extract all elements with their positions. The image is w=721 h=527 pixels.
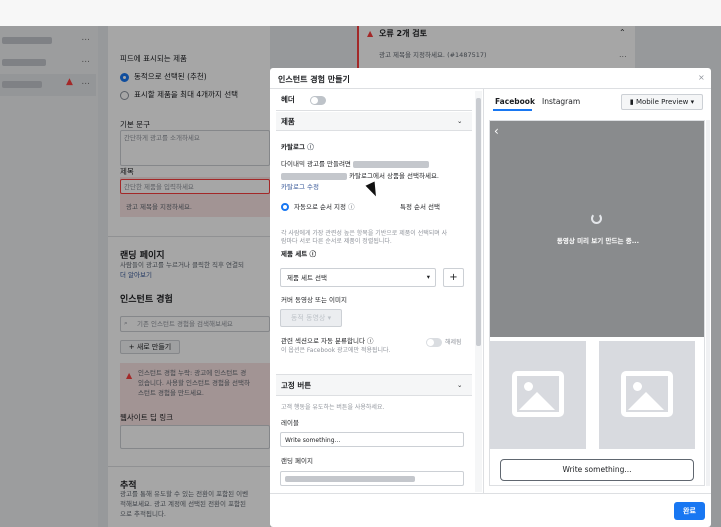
- landing-page-input[interactable]: [280, 471, 464, 486]
- browser-top-bar: [0, 0, 721, 26]
- header-toggle[interactable]: [310, 96, 326, 105]
- catalog-label: 카탈로그 ⓘ: [281, 143, 314, 152]
- divider: [276, 395, 472, 396]
- catalog-label-text: 카탈로그: [281, 143, 305, 151]
- info-icon: ⓘ: [309, 250, 316, 258]
- info-icon: ⓘ: [348, 203, 355, 211]
- fixed-button-title: 고정 버튼: [281, 381, 312, 390]
- fixed-button-desc: 고객 행동을 유도하는 버튼을 사용하세요.: [281, 404, 385, 411]
- product-section-title: 제품: [281, 117, 295, 126]
- related-label: 관련 섹션으로 자동 분류합니다 ⓘ: [281, 337, 374, 346]
- product-set-select[interactable]: 제품 세트 선택 ▾: [280, 268, 436, 287]
- preview-scrollbar[interactable]: [706, 120, 710, 486]
- device-select[interactable]: ▮ Mobile Preview ▾: [621, 94, 703, 110]
- phone-icon: ▮: [629, 98, 634, 106]
- divider: [276, 110, 472, 111]
- video-preview-area: [490, 121, 704, 337]
- chevron-down-icon[interactable]: ⌄: [457, 381, 462, 390]
- radio-specific-order[interactable]: 특정 순서 선택: [400, 203, 440, 212]
- auto-order-label: 자동으로 순서 지정: [294, 203, 346, 211]
- blurred-catalog-name: [281, 172, 347, 180]
- image-placeholder-icon: [512, 371, 564, 417]
- tab-facebook[interactable]: Facebook: [495, 97, 535, 107]
- device-label: Mobile Preview: [635, 98, 689, 106]
- catalog-text-line-1: 다이내믹 광고를 만들려면: [281, 160, 429, 169]
- product-section-header[interactable]: [276, 112, 472, 130]
- order-desc-2: 람마다 서로 다른 순서로 제품이 정렬됩니다.: [281, 238, 392, 245]
- modal-title: 인스턴트 경험 만들기: [278, 75, 350, 84]
- blurred-catalog-name: [353, 160, 429, 168]
- active-tab-underline: [493, 109, 532, 111]
- divider: [483, 88, 484, 494]
- product-set-select-value: 제품 세트 선택: [287, 274, 328, 282]
- back-arrow-icon[interactable]: ‹: [494, 124, 499, 138]
- product-placeholder: [490, 341, 586, 449]
- image-placeholder-icon: [621, 371, 673, 417]
- chevron-down-icon[interactable]: ⌄: [457, 117, 462, 126]
- info-icon: ⓘ: [307, 143, 314, 151]
- product-set-label-text: 제품 세트: [281, 250, 308, 258]
- caret-down-icon: ▾: [426, 273, 430, 281]
- preview-cta-button[interactable]: Write something...: [500, 459, 694, 481]
- tab-instagram[interactable]: Instagram: [542, 97, 580, 107]
- blurred-url: [285, 476, 415, 482]
- scrollbar-thumb[interactable]: [476, 98, 481, 346]
- label-input[interactable]: Write something...: [280, 432, 464, 447]
- catalog-text-line-2: 카탈로그에서 상품을 선택하세요.: [281, 172, 439, 181]
- catalog-edit-link[interactable]: 카탈로그 수정: [281, 183, 319, 192]
- close-icon[interactable]: ×: [698, 73, 705, 82]
- radio-on-icon[interactable]: [281, 203, 289, 211]
- related-state: 해제됨: [445, 339, 462, 346]
- related-label-text: 관련 섹션으로 자동 분류합니다: [281, 337, 365, 345]
- product-placeholder: [599, 341, 695, 449]
- loading-spinner-icon: [591, 213, 602, 224]
- specific-order-label: 특정 순서 선택: [400, 203, 441, 211]
- divider: [270, 493, 711, 494]
- catalog-text-b: 카탈로그에서 상품을 선택하세요.: [349, 172, 439, 180]
- landing-page-field-label: 랜딩 페이지: [281, 457, 313, 465]
- divider: [270, 88, 711, 89]
- done-button[interactable]: 완료: [674, 502, 705, 520]
- related-toggle[interactable]: [426, 338, 442, 347]
- loading-text: 동영상 미리 보기 만드는 중...: [556, 237, 640, 245]
- product-set-label: 제품 세트 ⓘ: [281, 250, 316, 259]
- header-label: 헤더: [281, 95, 295, 104]
- radio-auto-order[interactable]: 자동으로 순서 지정 ⓘ: [281, 203, 355, 212]
- label-field-label: 레이블: [281, 419, 299, 427]
- divider: [276, 130, 472, 131]
- choose-video-button[interactable]: 동적 동영상 ▾: [280, 309, 342, 327]
- add-product-set-button[interactable]: +: [443, 268, 464, 287]
- info-icon: ⓘ: [367, 337, 374, 345]
- catalog-text-a: 다이내믹 광고를 만들려면: [281, 160, 351, 168]
- related-desc: 이 옵션은 Facebook 광고에만 적용됩니다.: [281, 347, 391, 354]
- choose-video-label: 동적 동영상: [290, 314, 326, 322]
- cover-label: 커버 동영상 또는 이미지: [281, 296, 347, 304]
